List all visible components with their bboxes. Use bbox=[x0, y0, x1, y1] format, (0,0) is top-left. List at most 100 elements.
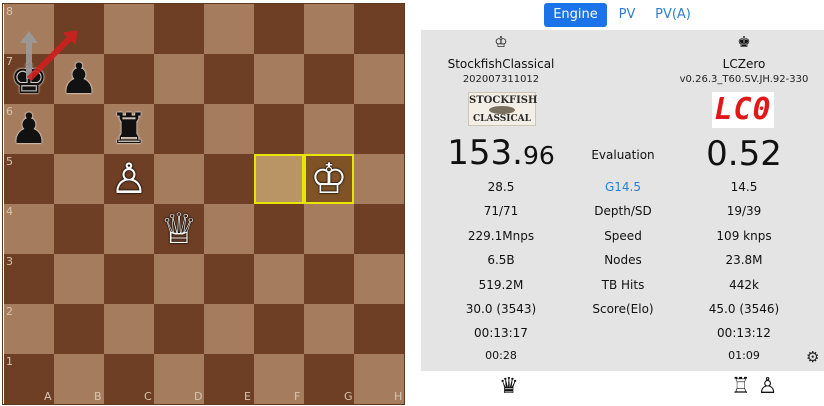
stat-label: TB Hits bbox=[601, 278, 645, 292]
right-stat-value: 442k bbox=[729, 278, 759, 292]
stockfish-logo-text-top: STOCKFISH bbox=[469, 95, 538, 106]
black-king-icon: ♚ bbox=[737, 33, 751, 51]
gear-icon[interactable]: ⚙ bbox=[806, 348, 819, 366]
left-engine-name: StockfishClassical bbox=[447, 57, 555, 71]
stockfish-logo: STOCKFISH CLASSICAL bbox=[468, 92, 538, 126]
square-d5[interactable] bbox=[154, 154, 204, 204]
square-b6[interactable] bbox=[54, 104, 104, 154]
stat-label: Depth/SD bbox=[594, 204, 652, 218]
white-king-icon: ♔ bbox=[494, 33, 508, 51]
square-g2[interactable] bbox=[304, 304, 354, 354]
square-e3[interactable] bbox=[204, 254, 254, 304]
square-e7[interactable] bbox=[204, 54, 254, 104]
stat-label: Score(Elo) bbox=[592, 302, 654, 316]
right-stat-value: 23.8M bbox=[725, 253, 763, 267]
file-label: H bbox=[394, 390, 403, 403]
square-c2[interactable] bbox=[104, 304, 154, 354]
right-engine-name: LCZero bbox=[722, 57, 766, 71]
stat-label: Speed bbox=[604, 229, 642, 243]
tab-pv[interactable]: PV bbox=[613, 3, 641, 27]
square-d8[interactable] bbox=[154, 4, 204, 54]
left-stat-value: 00:13:17 bbox=[474, 326, 528, 340]
rank-label: 5 bbox=[6, 155, 13, 168]
square-e2[interactable] bbox=[204, 304, 254, 354]
square-c3[interactable] bbox=[104, 254, 154, 304]
square-e8[interactable] bbox=[204, 4, 254, 54]
square-d7[interactable] bbox=[154, 54, 204, 104]
captured-pieces-bar: ♛ ♖ ♙ bbox=[421, 371, 824, 406]
square-d2[interactable] bbox=[154, 304, 204, 354]
right-stat-value: 14.5 bbox=[730, 180, 758, 194]
black-king-icon[interactable]: ♚ bbox=[4, 54, 54, 104]
left-engine-version: 202007311012 bbox=[462, 74, 540, 85]
square-g7[interactable] bbox=[304, 54, 354, 104]
file-label: C bbox=[144, 390, 152, 403]
square-f3[interactable] bbox=[254, 254, 304, 304]
square-h7[interactable] bbox=[354, 54, 404, 104]
file-label: D bbox=[194, 390, 203, 403]
right-stat-value: 19/39 bbox=[726, 204, 762, 218]
left-stat-value: 519.2M bbox=[478, 278, 524, 292]
square-g4[interactable] bbox=[304, 204, 354, 254]
square-h5[interactable] bbox=[354, 154, 404, 204]
white-king-icon[interactable]: ♔ bbox=[304, 154, 354, 204]
square-h3[interactable] bbox=[354, 254, 404, 304]
fish-icon bbox=[489, 106, 515, 114]
tab-pv-a[interactable]: PV(A) bbox=[650, 3, 696, 27]
square-h4[interactable] bbox=[354, 204, 404, 254]
square-d6[interactable] bbox=[154, 104, 204, 154]
square-g6[interactable] bbox=[304, 104, 354, 154]
file-label: G bbox=[344, 390, 353, 403]
square-h6[interactable] bbox=[354, 104, 404, 154]
rank-label: 8 bbox=[6, 5, 13, 18]
file-label: E bbox=[244, 390, 251, 403]
black-pawn-icon[interactable]: ♟ bbox=[4, 104, 54, 154]
square-b4[interactable] bbox=[54, 204, 104, 254]
square-e6[interactable] bbox=[204, 104, 254, 154]
lc0-logo: LC0 bbox=[712, 92, 774, 128]
square-b2[interactable] bbox=[54, 304, 104, 354]
square-e5[interactable] bbox=[204, 154, 254, 204]
square-b8[interactable] bbox=[54, 4, 104, 54]
chess-board[interactable]: 8 7 6 5 4 3 2 1 A B C D E F G H ♚ ♟ ♟ ♜ ♙ ♔ ♕ bbox=[2, 3, 405, 405]
square-f6[interactable] bbox=[254, 104, 304, 154]
rank-label: 1 bbox=[6, 355, 13, 368]
right-stat-value: 109 knps bbox=[716, 229, 772, 243]
white-queen-icon[interactable]: ♕ bbox=[154, 204, 204, 254]
square-f2[interactable] bbox=[254, 304, 304, 354]
engine-info: ♔ StockfishClassical 202007311012 STOCKF… bbox=[421, 30, 824, 371]
square-h8[interactable] bbox=[354, 4, 404, 54]
square-b3[interactable] bbox=[54, 254, 104, 304]
square-d3[interactable] bbox=[154, 254, 204, 304]
white-pawn-icon[interactable]: ♙ bbox=[104, 154, 154, 204]
square-h2[interactable] bbox=[354, 304, 404, 354]
engine-panel: Engine PV PV(A) ♔ StockfishClassical 202… bbox=[421, 0, 824, 406]
tab-engine[interactable]: Engine bbox=[544, 3, 607, 27]
left-eval: 153.96 bbox=[447, 133, 555, 173]
square-f4[interactable] bbox=[254, 204, 304, 254]
square-g3[interactable] bbox=[304, 254, 354, 304]
stockfish-logo-text-bottom: CLASSICAL bbox=[473, 114, 531, 124]
left-stat-value: 229.1Mnps bbox=[467, 229, 535, 243]
square-f7[interactable] bbox=[254, 54, 304, 104]
rank-label: 3 bbox=[6, 255, 13, 268]
square-g8[interactable] bbox=[304, 4, 354, 54]
left-stat-value: 6.5B bbox=[487, 253, 515, 267]
square-c8[interactable] bbox=[104, 4, 154, 54]
black-rook-icon[interactable]: ♜ bbox=[104, 104, 154, 154]
file-label: B bbox=[94, 390, 102, 403]
captured-queen-icon: ♛ bbox=[499, 374, 519, 399]
square-c7[interactable] bbox=[104, 54, 154, 104]
square-f5[interactable] bbox=[254, 154, 304, 204]
left-stat-value: 71/71 bbox=[483, 204, 519, 218]
right-stat-value: 45.0 (3546) bbox=[708, 302, 780, 316]
square-b5[interactable] bbox=[54, 154, 104, 204]
square-e4[interactable] bbox=[204, 204, 254, 254]
black-pawn-icon[interactable]: ♟ bbox=[54, 54, 104, 104]
right-move-time: 01:09 bbox=[728, 349, 760, 362]
captured-rook-pawn-icon: ♖ ♙ bbox=[731, 374, 778, 399]
stat-label[interactable]: G14.5 bbox=[563, 180, 683, 194]
rank-label: 4 bbox=[6, 205, 13, 218]
square-f8[interactable] bbox=[254, 4, 304, 54]
square-c4[interactable] bbox=[104, 204, 154, 254]
